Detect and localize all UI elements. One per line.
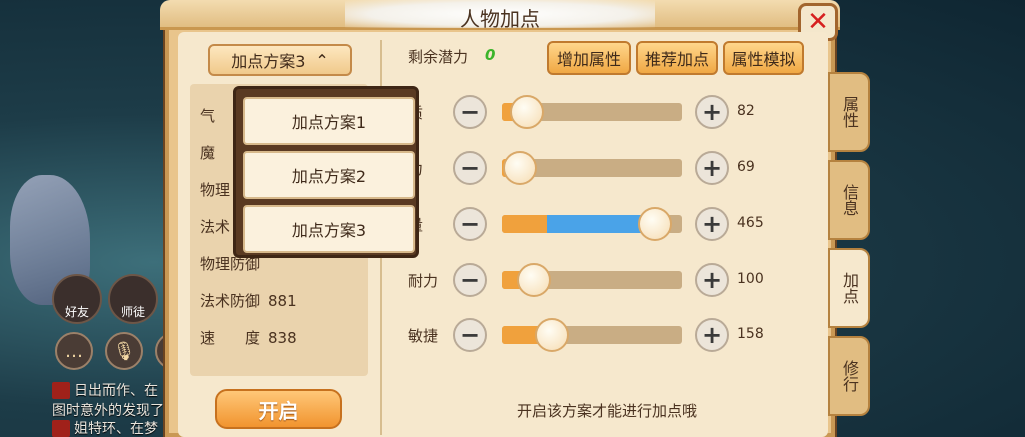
decrease-button[interactable]: − (453, 207, 487, 241)
slider-knob[interactable] (510, 95, 545, 129)
attribute-value: 100 (737, 271, 764, 287)
stat-row: 速 度 838 (200, 329, 297, 347)
dropdown-option[interactable]: 加点方案2 (243, 151, 415, 199)
minus-icon: − (459, 154, 481, 182)
minus-icon: − (459, 321, 481, 349)
decrease-button[interactable]: − (453, 151, 487, 185)
scheme-dropdown: 加点方案1 加点方案2 加点方案3 (233, 86, 419, 258)
dropdown-option[interactable]: 加点方案3 (243, 205, 415, 253)
tab-label: 属性 (840, 96, 859, 128)
mentor-label: 师徒 (120, 305, 145, 319)
decrease-button[interactable]: − (453, 263, 487, 297)
open-scheme-button[interactable]: 开启 (215, 389, 342, 429)
plus-icon: + (701, 321, 723, 349)
plus-icon: + (701, 210, 723, 238)
chat-line: 姐特环、在梦 (52, 418, 158, 437)
decrease-button[interactable]: − (453, 95, 487, 129)
attribute-value: 465 (737, 215, 764, 231)
friend-button[interactable]: 好友 (52, 274, 102, 324)
tab-add-points[interactable]: 加点 (828, 248, 870, 328)
chat-line: 图时意外的发现了 (52, 403, 164, 419)
plus-icon: + (701, 98, 723, 126)
dropdown-option[interactable]: 加点方案1 (243, 97, 415, 145)
tab-attributes[interactable]: 属性 (828, 72, 870, 152)
minus-icon: − (459, 210, 481, 238)
attribute-label: 敏捷 (408, 327, 439, 345)
simulate-attributes-button[interactable]: 属性模拟 (723, 41, 804, 75)
tab-label: 加点 (840, 272, 859, 304)
decrease-button[interactable]: − (453, 318, 487, 352)
stat-row: 气 (200, 107, 216, 125)
slider-knob[interactable] (638, 207, 672, 241)
increase-button[interactable]: + (695, 151, 729, 185)
scheme-select-label: 加点方案3 (231, 52, 306, 71)
minus-icon: − (459, 98, 481, 126)
minus-icon: − (459, 266, 481, 294)
friend-label: 好友 (64, 305, 89, 319)
plus-icon: + (701, 266, 723, 294)
attribute-value: 82 (737, 103, 755, 119)
potential-value: 0 (485, 46, 496, 64)
potential-label: 剩余潜力 (408, 48, 469, 66)
tab-label: 修行 (840, 360, 859, 392)
tab-label: 信息 (840, 184, 859, 216)
hint-text: 开启该方案才能进行加点哦 (516, 402, 697, 420)
tab-info[interactable]: 信息 (828, 160, 870, 240)
chevron-up-icon: ⌃ (315, 50, 329, 70)
mentor-button[interactable]: 师徒 (108, 274, 158, 324)
chat-channel-tag (52, 382, 71, 399)
chat-line: 日出而作、在 (52, 380, 158, 400)
recommend-points-button[interactable]: 推荐加点 (636, 41, 718, 75)
chat-bubble-icon[interactable]: … (55, 332, 93, 370)
plus-icon: + (701, 154, 723, 182)
scheme-select[interactable]: 加点方案3 ⌃ (208, 44, 352, 76)
stat-row: 魔 (200, 144, 216, 162)
chat-channel-tag (52, 420, 71, 437)
attribute-value: 158 (737, 326, 764, 342)
increase-button[interactable]: + (695, 318, 729, 352)
increase-button[interactable]: + (695, 263, 729, 297)
microphone-icon[interactable]: 🎙 (105, 332, 143, 370)
increase-button[interactable]: + (695, 207, 729, 241)
attribute-label: 耐力 (408, 272, 439, 290)
increase-button[interactable]: + (695, 95, 729, 129)
slider-knob[interactable] (503, 151, 537, 185)
attribute-value: 69 (737, 159, 755, 175)
panel-title: 人物加点 (460, 7, 540, 31)
add-attribute-button[interactable]: 增加属性 (547, 41, 631, 75)
stat-row: 法术防御 881 (200, 292, 297, 310)
tab-cultivation[interactable]: 修行 (828, 336, 870, 416)
attribute-slider-track[interactable] (502, 326, 682, 344)
